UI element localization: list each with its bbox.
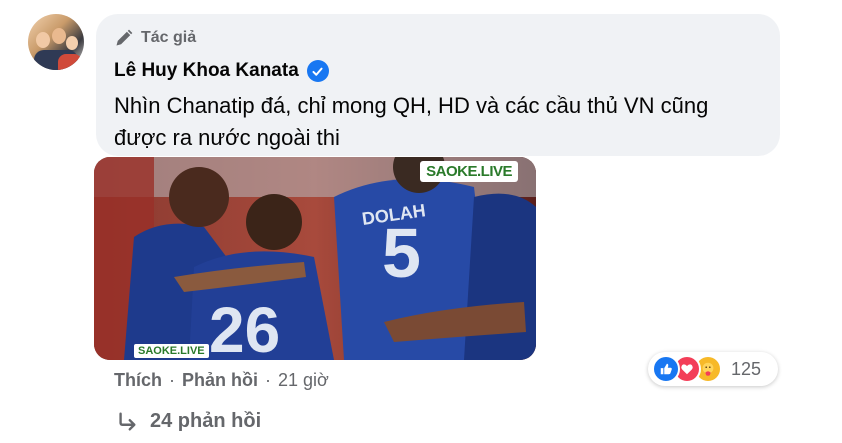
comment-bubble: Tác giả Lê Huy Khoa Kanata Nhìn Chanatip… bbox=[96, 14, 780, 156]
watermark-logo: SAOKE.LIVE bbox=[134, 344, 209, 358]
separator: · bbox=[265, 370, 271, 390]
avatar-face bbox=[66, 36, 78, 50]
avatar-face bbox=[52, 28, 66, 44]
author-badge-label: Tác giả bbox=[141, 29, 197, 46]
football-players-photo: 26 5 DOLAH bbox=[94, 157, 536, 360]
comment-actions: Thích · Phản hồi · 21 giờ bbox=[114, 370, 329, 391]
watermark-logo: SAOKE.LIVE bbox=[420, 161, 518, 182]
reply-arrow-icon bbox=[119, 412, 136, 431]
author-badge: Tác giả bbox=[114, 26, 762, 50]
replies-count-label: 24 phản hồi bbox=[150, 410, 262, 432]
view-replies-link[interactable]: 24 phản hồi bbox=[116, 410, 261, 433]
avatar-face bbox=[36, 32, 50, 48]
author-row: Lê Huy Khoa Kanata bbox=[114, 58, 762, 84]
verified-badge-icon bbox=[306, 60, 329, 82]
comment-timestamp[interactable]: 21 giờ bbox=[278, 370, 329, 391]
comment-text: Nhìn Chanatip đá, chỉ mong QH, HD và các… bbox=[114, 93, 709, 150]
author-name[interactable]: Lê Huy Khoa Kanata bbox=[114, 60, 299, 82]
jersey-number: 5 bbox=[382, 214, 421, 292]
separator: · bbox=[169, 370, 175, 390]
like-icon bbox=[652, 355, 680, 383]
reaction-count: 125 bbox=[731, 358, 762, 379]
reactions-summary[interactable]: 125 bbox=[648, 352, 778, 386]
commenter-avatar[interactable] bbox=[28, 14, 84, 70]
comment-image[interactable]: 26 5 DOLAH SAOKE.LIVE SAOKE.LIVE bbox=[94, 157, 536, 360]
avatar-shirt bbox=[58, 54, 82, 70]
reply-button[interactable]: Phản hồi bbox=[182, 370, 258, 391]
pen-icon bbox=[116, 29, 133, 46]
like-button[interactable]: Thích bbox=[114, 370, 162, 391]
jersey-number: 26 bbox=[209, 294, 280, 360]
